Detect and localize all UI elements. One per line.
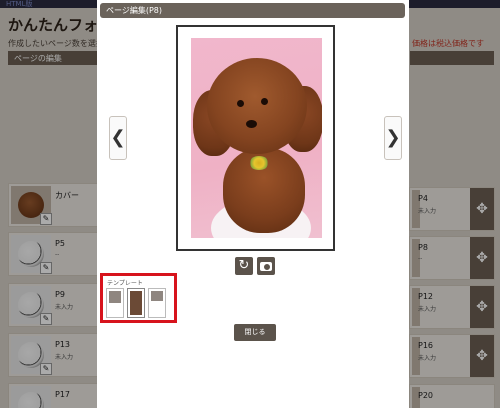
template-photo-slot xyxy=(109,291,121,303)
template-photo-slot xyxy=(130,291,142,315)
camera-icon xyxy=(260,262,272,271)
photo-dog-eye xyxy=(237,100,244,107)
template-option-3[interactable] xyxy=(148,288,166,318)
photo-dog-eye xyxy=(261,98,268,105)
chevron-left-icon: ❮ xyxy=(110,127,126,148)
photo-dog-nose xyxy=(246,120,257,128)
photo-dog-head xyxy=(207,58,307,154)
template-photo-slot xyxy=(151,291,163,301)
page-edit-modal: ページ編集(P8) ❮ ❯ ↻ テンプレート 閉じる xyxy=(97,0,409,408)
template-selector: テンプレート xyxy=(100,273,177,323)
next-page-button[interactable]: ❯ xyxy=(384,116,402,160)
photo-collar-flower xyxy=(249,156,269,170)
rotate-button[interactable]: ↻ xyxy=(235,257,253,275)
close-button[interactable]: 閉じる xyxy=(234,324,276,341)
modal-title: ページ編集(P8) xyxy=(100,3,405,18)
prev-page-button[interactable]: ❮ xyxy=(109,116,127,160)
template-option-2[interactable] xyxy=(127,288,145,318)
chevron-right-icon: ❯ xyxy=(385,127,401,148)
page-preview[interactable] xyxy=(176,25,335,251)
rotate-icon: ↻ xyxy=(238,258,250,273)
template-option-1[interactable] xyxy=(106,288,124,318)
template-label: テンプレート xyxy=(107,280,143,287)
dog-photo[interactable] xyxy=(191,38,322,238)
camera-button[interactable] xyxy=(257,257,275,275)
